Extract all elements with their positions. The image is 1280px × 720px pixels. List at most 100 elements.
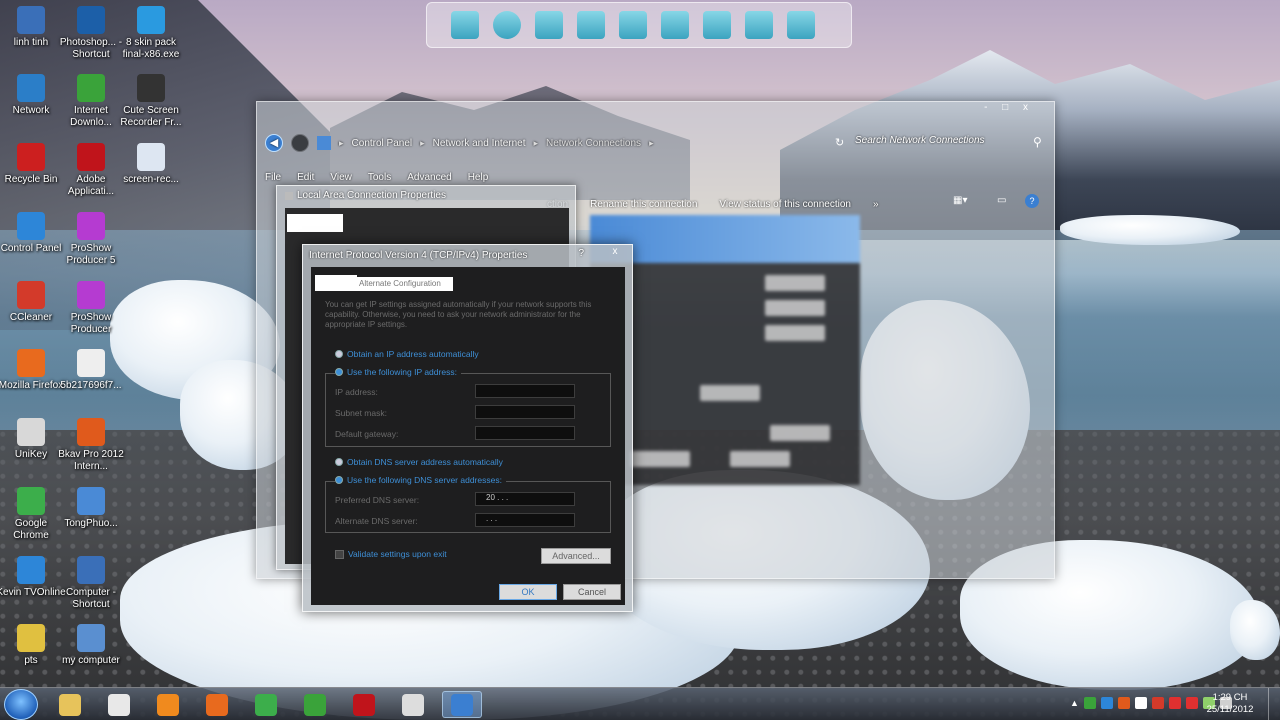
desktop-icon-label: UniKey — [14, 449, 48, 460]
tray-security-icon[interactable] — [1117, 697, 1130, 709]
radio-button[interactable] — [335, 350, 343, 358]
alternate-dns-field[interactable]: . . . — [475, 513, 575, 527]
taskbar-button[interactable] — [295, 691, 335, 718]
ipv4-properties-dialog: Internet Protocol Version 4 (TCP/IPv4) P… — [302, 244, 633, 612]
taskbar-button[interactable] — [442, 691, 482, 718]
default-gateway-field[interactable] — [475, 426, 575, 440]
description-text: You can get IP settings assigned automat… — [325, 300, 592, 329]
desktop-icon[interactable]: Cute Screen Recorder Fr... — [116, 74, 186, 129]
radio-dns-manual[interactable]: Use the following DNS server addresses: — [335, 475, 506, 485]
desktop-icon[interactable]: screen-rec... — [116, 143, 186, 186]
breadcrumb-network-connections[interactable]: Network Connections — [546, 138, 641, 149]
search-icon[interactable]: ⚲ — [1033, 135, 1042, 149]
desktop-icon[interactable]: 8 skin pack final-x86.exe — [116, 6, 186, 61]
desktop-icon[interactable]: Bkav Pro 2012 Intern... — [56, 418, 126, 473]
command-rename[interactable]: Rename this connection — [590, 199, 697, 210]
radio-ip-auto[interactable]: Obtain an IP address automatically — [335, 349, 479, 359]
taskbar-button[interactable] — [99, 691, 139, 718]
file-icon — [77, 349, 105, 377]
show-desktop-button[interactable] — [1268, 688, 1280, 720]
desktop-icon-label: pts — [24, 655, 38, 666]
blurred-button — [730, 451, 790, 467]
preview-pane-icon[interactable]: ▭ — [997, 195, 1006, 206]
clock[interactable]: 1:29 CH 25/11/2012 — [1200, 692, 1260, 716]
tab-alternate-configuration[interactable]: Alternate Configuration — [357, 277, 453, 291]
dock-item[interactable] — [661, 11, 689, 39]
blurred-button — [765, 300, 825, 316]
help-icon[interactable]: ? — [1025, 194, 1039, 208]
desktop-icon[interactable]: ProShow Producer 5 — [56, 212, 126, 267]
back-arrow-icon[interactable]: ◀ — [265, 134, 283, 152]
desktop-icon[interactable]: 5b217696f7... — [56, 349, 126, 392]
computer-icon — [77, 624, 105, 652]
ok-button[interactable]: OK — [499, 584, 557, 600]
dialog-title-text: Local Area Connection Properties — [297, 190, 446, 201]
radio-dns-auto[interactable]: Obtain DNS server address automatically — [335, 457, 503, 467]
explorer-folder-icon — [59, 693, 81, 716]
network-icon — [17, 74, 45, 102]
close-button[interactable]: x — [604, 246, 626, 262]
taskbar-button[interactable] — [50, 691, 90, 718]
taskbar-button[interactable] — [393, 691, 433, 718]
subnet-mask-field[interactable] — [475, 405, 575, 419]
dock-item[interactable] — [745, 11, 773, 39]
dock-item[interactable] — [787, 11, 815, 39]
dock-item[interactable] — [535, 11, 563, 39]
tray-flag-icon[interactable] — [1168, 697, 1181, 709]
firefox-icon — [206, 693, 228, 716]
desktop-icon-label: screen-rec... — [123, 174, 179, 185]
tv-icon — [17, 556, 45, 584]
start-button[interactable] — [4, 689, 38, 720]
desktop-icon[interactable]: ProShow Producer — [56, 281, 126, 336]
tray-expand-icon[interactable]: ▲ — [1070, 698, 1079, 708]
desktop-icon[interactable]: TongPhuo... — [56, 487, 126, 530]
tray-idm-icon[interactable] — [1100, 697, 1113, 709]
default-gateway-label: Default gateway: — [335, 429, 399, 439]
taskbar-button[interactable] — [246, 691, 286, 718]
radio-button[interactable] — [335, 458, 343, 466]
validate-checkbox[interactable] — [335, 549, 344, 559]
tray-action-center-icon[interactable] — [1185, 697, 1198, 709]
preferred-dns-field[interactable]: 20 . . . — [475, 492, 575, 506]
tray-flag-icon[interactable] — [1151, 697, 1164, 709]
validate-checkbox-row[interactable]: Validate settings upon exit — [335, 549, 447, 559]
taskbar-button[interactable] — [344, 691, 384, 718]
tab-networking[interactable] — [287, 214, 343, 232]
view-options-icon[interactable]: ▦▾ — [953, 195, 967, 206]
advanced-button[interactable]: Advanced... — [541, 548, 611, 564]
radio-button[interactable] — [335, 368, 343, 376]
film-reel-icon — [402, 693, 424, 716]
desktop-icon[interactable]: my computer — [56, 624, 126, 667]
search-input[interactable]: Search Network Connections — [855, 135, 1045, 153]
tab-general[interactable] — [315, 275, 357, 291]
radio-ip-manual[interactable]: Use the following IP address: — [335, 367, 461, 377]
desktop-icon-label: Cute Screen Recorder Fr... — [120, 105, 182, 128]
command-more-chevron[interactable]: » — [873, 199, 879, 210]
dock-item[interactable] — [451, 11, 479, 39]
taskbar-button[interactable] — [197, 691, 237, 718]
dock-item[interactable] — [493, 11, 521, 39]
desktop-icon-label: 8 skin pack final-x86.exe — [122, 37, 180, 60]
tray-unikey-icon[interactable] — [1134, 697, 1147, 709]
dock-item[interactable] — [577, 11, 605, 39]
dock-item[interactable] — [619, 11, 647, 39]
breadcrumb-network-internet[interactable]: Network and Internet — [433, 138, 526, 149]
tray-network-icon[interactable] — [1083, 697, 1096, 709]
ip-address-field[interactable] — [475, 384, 575, 398]
dock-item[interactable] — [703, 11, 731, 39]
forward-arrow-icon[interactable] — [291, 134, 309, 152]
help-button[interactable]: ? — [578, 248, 584, 259]
media-player-icon — [157, 693, 179, 716]
desktop-icon[interactable]: Computer - Shortcut — [56, 556, 126, 611]
desktop-icon-label: Recycle Bin — [4, 174, 58, 185]
refresh-icon[interactable]: ↻ — [835, 136, 844, 149]
radio-button[interactable] — [335, 476, 343, 484]
window-controls[interactable]: - □ x — [984, 102, 1034, 113]
adobe-icon — [77, 143, 105, 171]
subnet-mask-label: Subnet mask: — [335, 408, 387, 418]
taskbar-button[interactable] — [148, 691, 188, 718]
cancel-button[interactable]: Cancel — [563, 584, 621, 600]
breadcrumb-control-panel[interactable]: Control Panel — [352, 138, 413, 149]
dialog-title: Internet Protocol Version 4 (TCP/IPv4) P… — [309, 250, 528, 261]
command-view-status[interactable]: View status of this connection — [719, 199, 851, 210]
